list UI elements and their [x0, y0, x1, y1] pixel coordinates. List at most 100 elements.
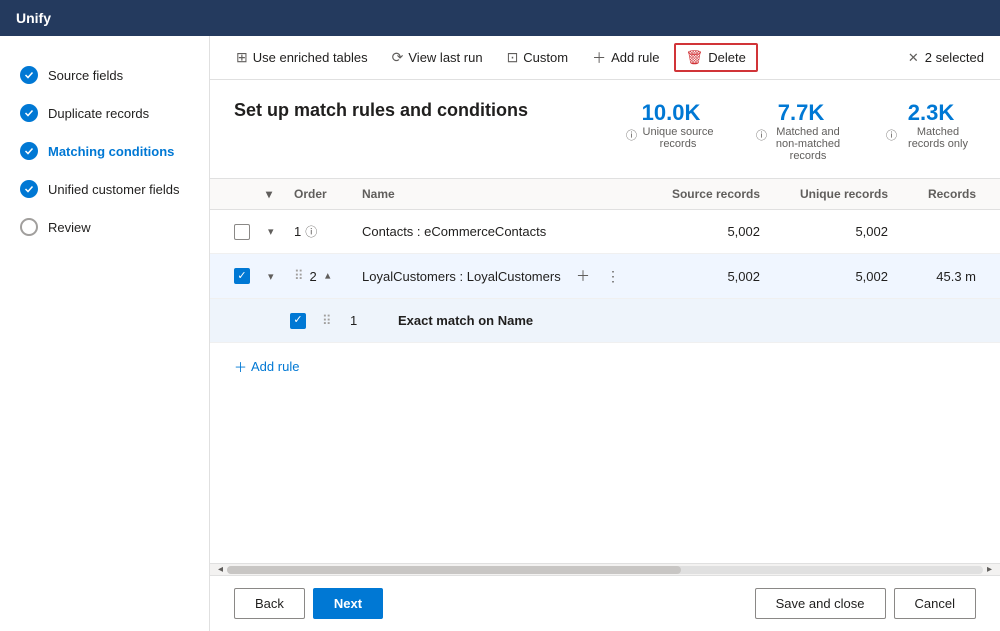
header-source-records: Source records	[640, 187, 760, 201]
sidebar-item-duplicate-records[interactable]: Duplicate records	[0, 94, 209, 132]
row-contacts-order: 1	[294, 224, 301, 239]
custom-button[interactable]: ⊡ Custom	[497, 45, 579, 70]
header-name: Name	[362, 187, 632, 201]
sidebar-check-duplicate-records	[20, 104, 38, 122]
scroll-thumb[interactable]	[227, 566, 681, 574]
delete-icon: 🗑	[686, 49, 704, 66]
row-loyal-source: 5,002	[640, 269, 760, 284]
content-title-block: Set up match rules and conditions	[234, 100, 606, 121]
row-loyal-up[interactable]: ▾	[323, 268, 333, 285]
header-records: Records	[896, 187, 976, 201]
delete-label: Delete	[708, 50, 746, 65]
stat-unique-source-label: ⓘ Unique source records	[626, 126, 716, 150]
sidebar-check-matching-conditions	[20, 142, 38, 160]
add-rule-label: Add rule	[611, 50, 659, 65]
sub-row-drag-handle: ⠿	[322, 313, 332, 328]
stat-matched-non-matched-label: ⓘ Matched and non-matched records	[756, 126, 846, 162]
stat-matched-non-matched: 7.7K ⓘ Matched and non-matched records	[756, 100, 846, 162]
scroll-track[interactable]	[227, 566, 983, 574]
add-rule-button[interactable]: ＋ Add rule	[234, 353, 299, 380]
row-loyal-name: LoyalCustomers : LoyalCustomers	[362, 269, 561, 284]
add-rule-plus-icon: ＋	[234, 357, 247, 376]
page-title: Set up match rules and conditions	[234, 100, 606, 121]
sidebar-item-matching-conditions[interactable]: Matching conditions	[0, 132, 209, 170]
stat-matched-only-value: 2.3K	[886, 100, 976, 126]
row-contacts-source: 5,002	[640, 224, 760, 239]
sub-row-exact-checkbox[interactable]	[290, 313, 306, 329]
sidebar-check-unified-customer-fields	[20, 180, 38, 198]
row-loyal-more[interactable]: ⋮	[602, 266, 624, 287]
clear-selection-icon[interactable]: ✕	[908, 50, 919, 66]
sidebar-check-review	[20, 218, 38, 236]
sub-row-order: 1	[350, 313, 357, 328]
sidebar-label-duplicate-records: Duplicate records	[48, 106, 149, 121]
sidebar-label-matching-conditions: Matching conditions	[48, 144, 174, 159]
sidebar-item-unified-customer-fields[interactable]: Unified customer fields	[0, 170, 209, 208]
custom-label: Custom	[523, 50, 568, 65]
add-rule-toolbar-button[interactable]: ＋ Add rule	[582, 44, 669, 72]
scroll-right-arrow[interactable]: ▸	[983, 564, 996, 575]
app-title: Unify	[16, 10, 51, 26]
stat-unique-source-info-icon: ⓘ	[626, 127, 637, 143]
header-chevron: ▾	[266, 187, 286, 201]
next-button[interactable]: Next	[313, 588, 383, 619]
row-loyal-records: 45.3 m	[896, 269, 976, 284]
sidebar-check-source-fields	[20, 66, 38, 84]
scroll-left-arrow[interactable]: ◂	[214, 564, 227, 575]
custom-icon: ⊡	[507, 49, 519, 66]
content-area: ⊞ Use enriched tables ⟳ View last run ⊡ …	[210, 36, 1000, 631]
sidebar-item-source-fields[interactable]: Source fields	[0, 56, 209, 94]
stat-unique-source: 10.0K ⓘ Unique source records	[626, 100, 716, 150]
row-loyal-add[interactable]: ＋	[572, 264, 594, 288]
add-rule-icon: ＋	[592, 48, 606, 68]
table-row: ▾ ⠿ 2 ▾ LoyalCustomers : LoyalCustomers …	[210, 254, 1000, 299]
delete-button[interactable]: 🗑 Delete	[674, 43, 758, 72]
stat-matched-info-icon: ⓘ	[756, 127, 767, 143]
footer-right: Save and close Cancel	[755, 588, 976, 619]
table-row: ▾ 1 ⓘ Contacts : eCommerceContacts 5,002…	[210, 210, 1000, 254]
stat-unique-source-value: 10.0K	[626, 100, 716, 126]
cancel-button[interactable]: Cancel	[894, 588, 976, 619]
view-last-run-icon: ⟳	[392, 49, 404, 66]
stat-matched-only-info-icon: ⓘ	[886, 127, 897, 143]
row-contacts-expand[interactable]: ▾	[266, 223, 276, 240]
add-rule-row: ＋ Add rule	[210, 343, 1000, 390]
row-contacts-checkbox[interactable]	[234, 224, 250, 240]
stat-matched-only-label: ⓘ Matched records only	[886, 126, 976, 150]
selected-badge: ✕ 2 selected	[908, 50, 984, 66]
sidebar-item-review[interactable]: Review	[0, 208, 209, 246]
app-header: Unify	[0, 0, 1000, 36]
save-close-button[interactable]: Save and close	[755, 588, 886, 619]
row-loyal-drag-handle: ⠿	[294, 268, 304, 284]
sub-row-name: Exact match on Name	[398, 313, 533, 328]
row-loyal-expand[interactable]: ▾	[266, 268, 276, 285]
selected-count: 2 selected	[925, 50, 984, 65]
back-button[interactable]: Back	[234, 588, 305, 619]
content-header: Set up match rules and conditions 10.0K …	[210, 80, 1000, 179]
view-last-run-label: View last run	[408, 50, 482, 65]
sidebar-label-review: Review	[48, 220, 91, 235]
row-contacts-unique: 5,002	[768, 224, 888, 239]
enriched-tables-icon: ⊞	[236, 49, 248, 66]
sidebar-label-source-fields: Source fields	[48, 68, 123, 83]
row-loyal-unique: 5,002	[768, 269, 888, 284]
row-loyal-order: 2	[310, 269, 317, 284]
toolbar: ⊞ Use enriched tables ⟳ View last run ⊡ …	[210, 36, 1000, 80]
sidebar: Source fields Duplicate records Matching…	[0, 36, 210, 631]
stat-matched-only: 2.3K ⓘ Matched records only	[886, 100, 976, 150]
main-content: Set up match rules and conditions 10.0K …	[210, 80, 1000, 631]
row-loyal-checkbox[interactable]	[234, 268, 250, 284]
footer-left: Back Next	[234, 588, 383, 619]
sidebar-label-unified-customer-fields: Unified customer fields	[48, 182, 180, 197]
table-header: ▾ Order Name Source records Unique recor…	[210, 179, 1000, 210]
add-rule-label: Add rule	[251, 359, 299, 374]
row-contacts-name: Contacts : eCommerceContacts	[362, 224, 546, 239]
scroll-indicator: ◂ ▸	[210, 563, 1000, 575]
header-unique-records: Unique records	[768, 187, 888, 201]
use-enriched-tables-button[interactable]: ⊞ Use enriched tables	[226, 45, 378, 70]
table-row: ⠿ 1 Exact match on Name	[210, 299, 1000, 343]
row-contacts-info-icon: ⓘ	[305, 223, 317, 240]
stat-matched-non-matched-value: 7.7K	[756, 100, 846, 126]
view-last-run-button[interactable]: ⟳ View last run	[382, 45, 493, 70]
stats-group: 10.0K ⓘ Unique source records 7.7K ⓘ Mat…	[626, 100, 976, 162]
